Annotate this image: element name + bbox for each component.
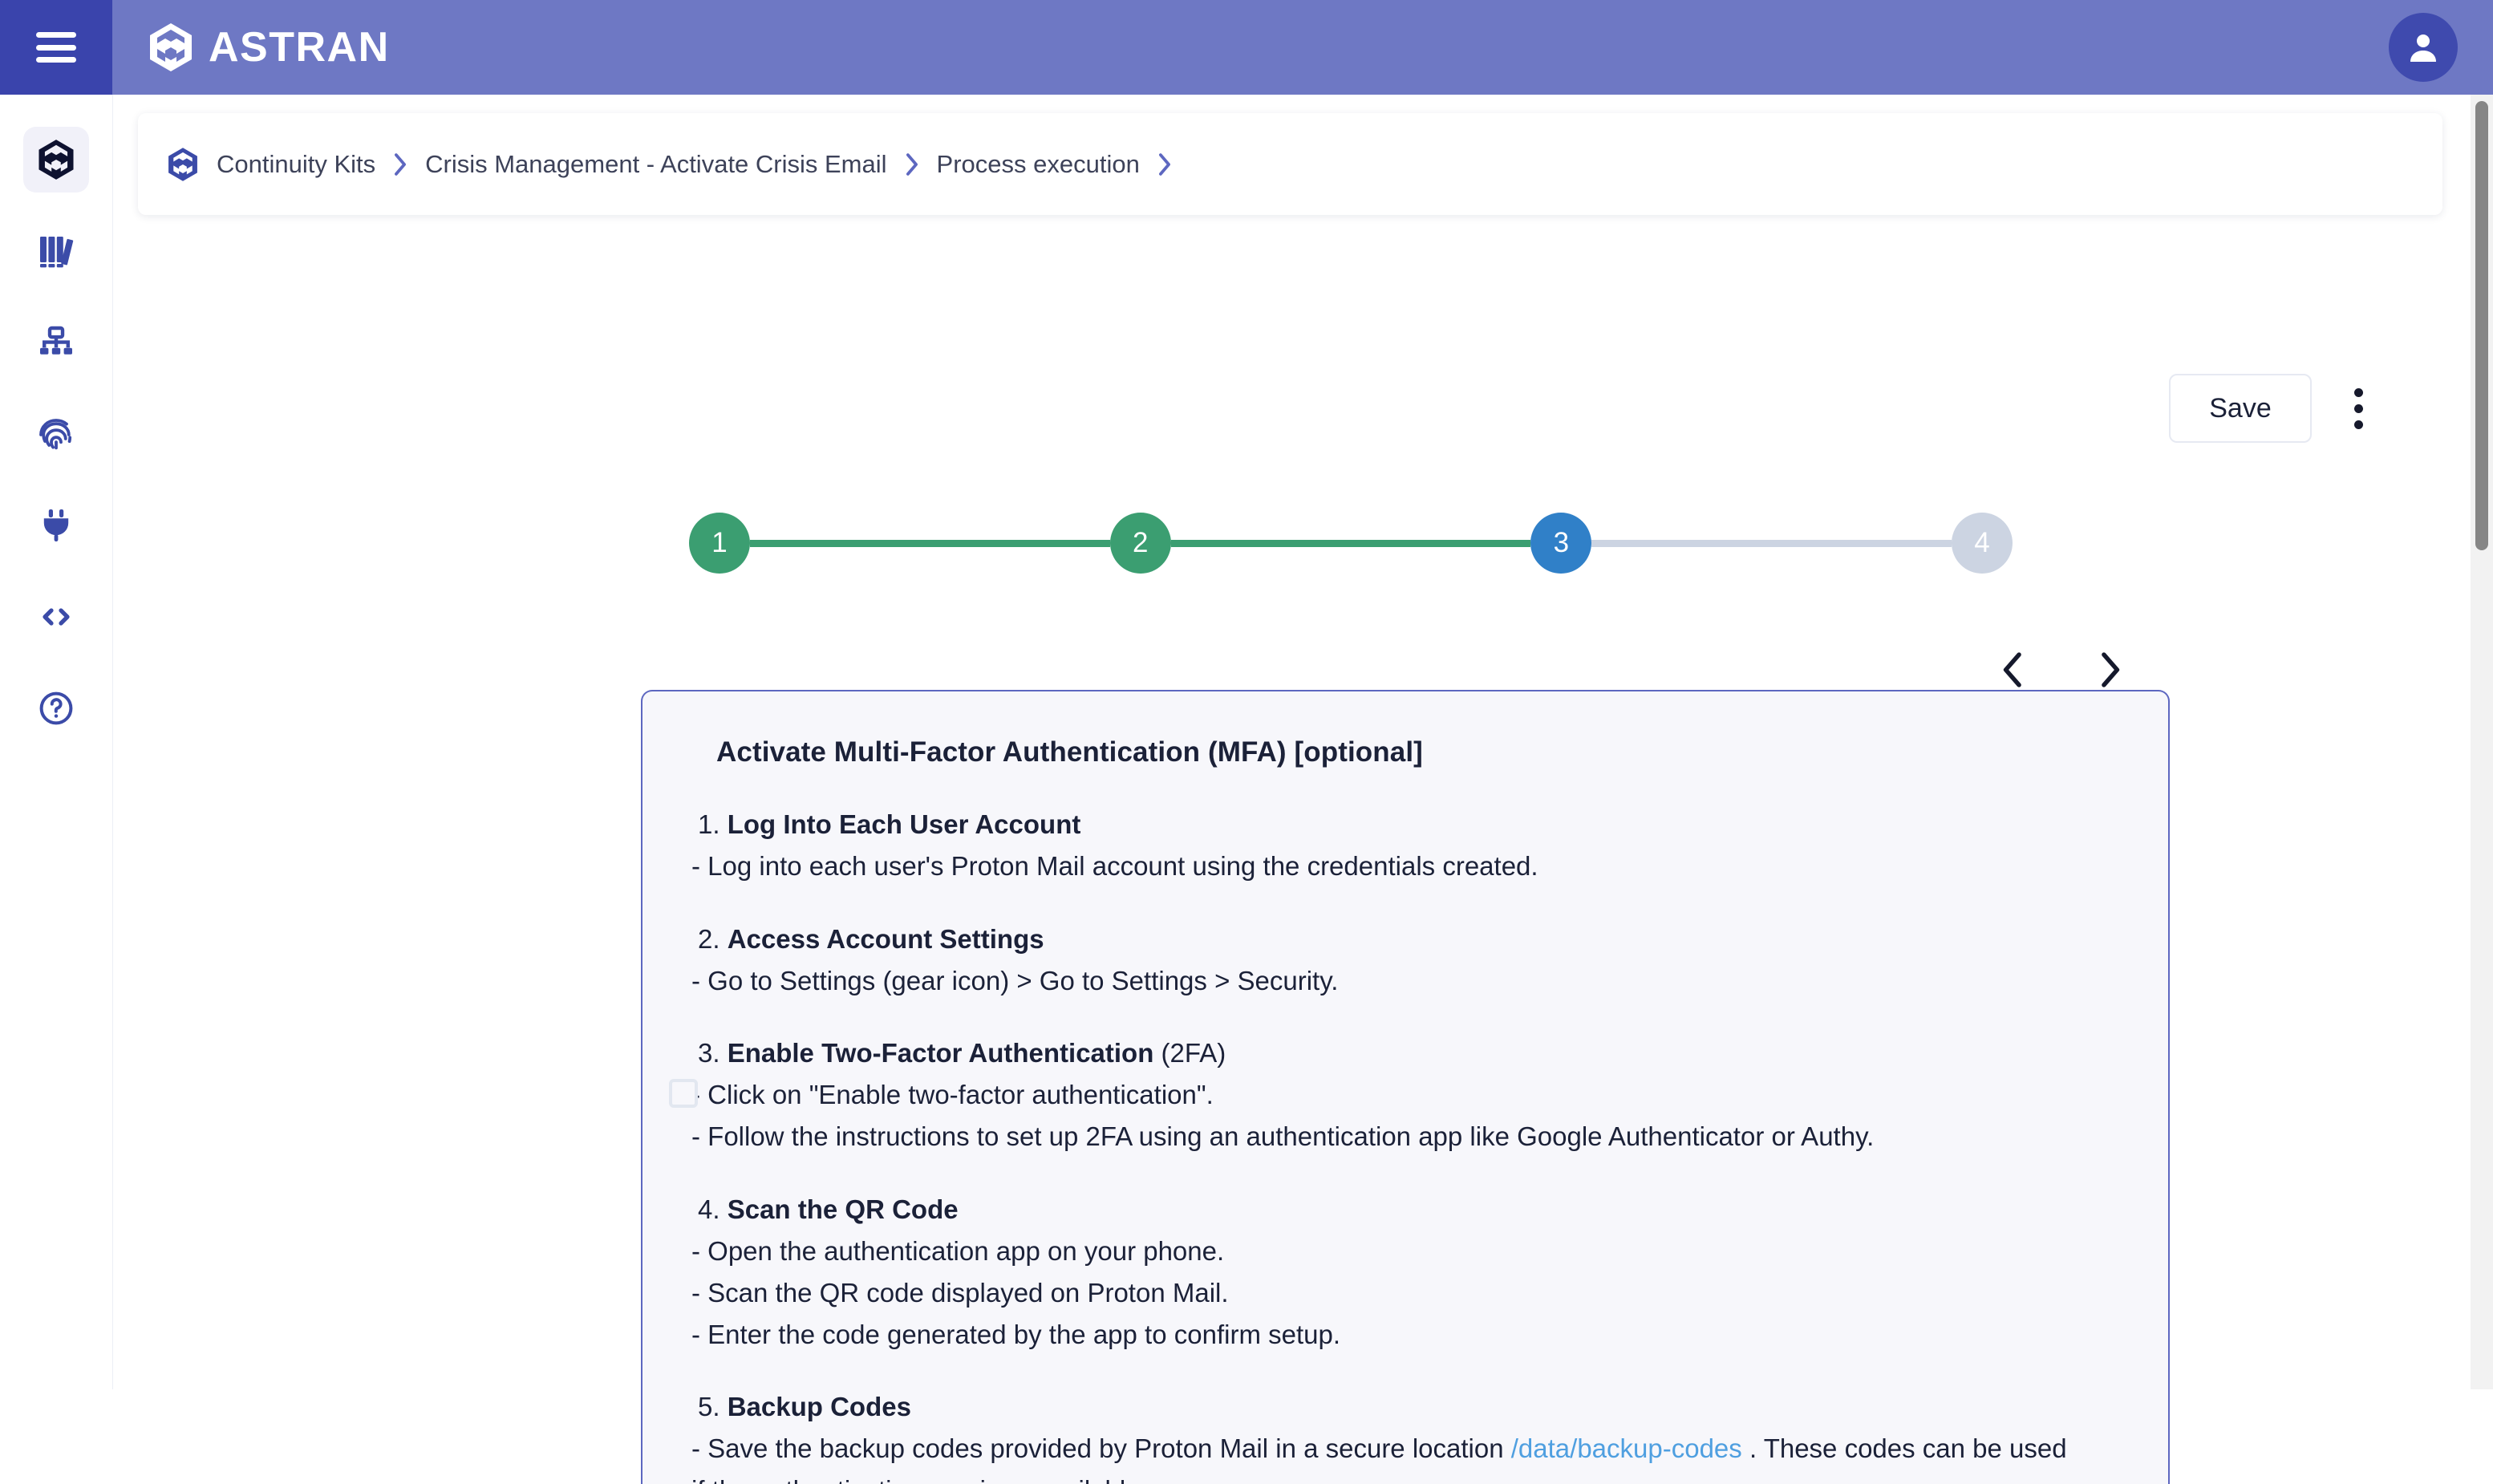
instruction-line: - Click on "Enable two-factor authentica… xyxy=(691,1080,1214,1110)
instruction-heading-text: Scan the QR Code xyxy=(727,1194,959,1225)
user-avatar-icon xyxy=(2410,34,2436,62)
chevron-right-icon xyxy=(1140,151,1190,178)
instruction-block-5: 5. Backup Codes - Save the backup codes … xyxy=(691,1389,2136,1484)
power-plug-icon xyxy=(43,509,69,541)
stepper-step-1[interactable]: 1 xyxy=(689,513,750,574)
instruction-number: 4. xyxy=(698,1194,720,1225)
instruction-block-4: 4. Scan the QR Code - Open the authentic… xyxy=(691,1191,2136,1353)
stepper-connector-3 xyxy=(1591,539,1952,547)
instruction-block-2: 2. Access Account Settings - Go to Setti… xyxy=(691,921,2136,1000)
action-toolbar: Save xyxy=(2169,374,2382,443)
kebab-vertical-icon xyxy=(2353,387,2363,397)
instruction-number: 3. xyxy=(698,1038,720,1068)
save-button[interactable]: Save xyxy=(2169,374,2312,443)
instruction-heading: 3. Enable Two-Factor Authentication (2FA… xyxy=(691,1035,2136,1072)
sidebar-item-identity[interactable] xyxy=(23,401,89,467)
instruction-heading-text: Access Account Settings xyxy=(727,923,1044,954)
brand-name: ASTRAN xyxy=(209,24,390,71)
instruction-block-3: 3. Enable Two-Factor Authentication (2FA… xyxy=(691,1035,2136,1156)
stepper-step-4[interactable]: 4 xyxy=(1952,513,2013,574)
instruction-text-prefix: - Save the backup codes provided by Prot… xyxy=(691,1433,1511,1464)
main-content: Continuity Kits Crisis Management - Acti… xyxy=(113,95,2493,1484)
backup-codes-path-link[interactable]: /data/backup-codes xyxy=(1511,1433,1742,1463)
instruction-line: - Enter the code generated by the app to… xyxy=(691,1319,1340,1349)
breadcrumb: Continuity Kits Crisis Management - Acti… xyxy=(138,113,2442,215)
hexagon-cube-icon xyxy=(39,140,74,180)
breadcrumb-item-2[interactable]: Process execution xyxy=(937,150,1140,179)
top-bar: ASTRAN xyxy=(0,0,2493,95)
brand-bar: ASTRAN xyxy=(112,0,2493,95)
card-body: 1. Log Into Each User Account - Log into… xyxy=(691,806,2136,1484)
instruction-block-1: 1. Log Into Each User Account - Log into… xyxy=(691,806,2136,886)
stepper-step-2[interactable]: 2 xyxy=(1109,513,1171,574)
instruction-line: - Log into each user's Proton Mail accou… xyxy=(691,850,1538,881)
chevron-left-icon xyxy=(2003,652,2021,687)
instruction-heading-text: Log Into Each User Account xyxy=(727,809,1081,839)
sidebar-item-organization[interactable] xyxy=(23,310,89,375)
breadcrumb-item-0[interactable]: Continuity Kits xyxy=(217,150,375,179)
step-content-card: Activate Multi-Factor Authentication (MF… xyxy=(641,690,2170,1484)
instruction-text-suffix: . These codes can be used xyxy=(1741,1433,2067,1464)
avatar[interactable] xyxy=(2389,13,2458,82)
kebab-vertical-icon xyxy=(2353,403,2363,413)
sidebar xyxy=(0,95,113,1389)
sitemap-icon xyxy=(40,326,72,355)
step-completion-checkbox[interactable] xyxy=(669,1079,698,1108)
instruction-heading-text: Enable Two-Factor Authentication xyxy=(727,1038,1154,1068)
sidebar-item-integrations[interactable] xyxy=(23,493,89,558)
sidebar-item-help[interactable] xyxy=(23,675,89,741)
instruction-line: - Follow the instructions to set up 2FA … xyxy=(691,1121,1875,1152)
hamburger-menu-icon xyxy=(36,32,76,63)
page-scrollbar[interactable] xyxy=(2471,95,2493,1389)
process-stepper: 1 2 3 4 xyxy=(689,499,2013,587)
fingerprint-icon xyxy=(39,419,72,450)
library-books-icon xyxy=(40,237,74,268)
stepper-connector-2 xyxy=(1170,539,1531,547)
hamburger-menu-button[interactable] xyxy=(0,0,112,95)
breadcrumb-item-1[interactable]: Crisis Management - Activate Crisis Emai… xyxy=(425,150,886,179)
sidebar-item-continuity-kits[interactable] xyxy=(23,127,89,193)
instruction-number: 5. xyxy=(698,1392,720,1422)
stepper-connector-1 xyxy=(750,539,1110,547)
more-options-button[interactable] xyxy=(2334,374,2382,443)
card-title: Activate Multi-Factor Authentication (MF… xyxy=(716,736,1423,768)
stepper-step-3[interactable]: 3 xyxy=(1530,513,1592,574)
instruction-line: if the authentication app is unavailable… xyxy=(691,1472,2136,1484)
sidebar-item-library[interactable] xyxy=(23,218,89,284)
instruction-heading-text: Backup Codes xyxy=(727,1392,911,1422)
brand-logo[interactable]: ASTRAN xyxy=(148,22,390,72)
code-brackets-icon xyxy=(43,608,70,626)
instruction-number: 1. xyxy=(698,809,720,839)
astran-hexagon-logo-icon xyxy=(150,23,192,71)
astran-mark-icon xyxy=(168,147,197,181)
instruction-heading: 5. Backup Codes xyxy=(691,1389,2136,1426)
instruction-line: - Scan the QR code displayed on Proton M… xyxy=(691,1277,1229,1308)
instruction-heading: 2. Access Account Settings xyxy=(691,921,2136,959)
instruction-line: - Save the backup codes provided by Prot… xyxy=(691,1430,2136,1468)
chevron-right-icon xyxy=(2102,652,2120,687)
instruction-heading: 4. Scan the QR Code xyxy=(691,1191,2136,1229)
chevron-right-icon xyxy=(887,151,937,178)
instruction-line: - Open the authentication app on your ph… xyxy=(691,1235,1225,1266)
instruction-number: 2. xyxy=(698,923,720,954)
instruction-heading: 1. Log Into Each User Account xyxy=(691,806,2136,844)
chevron-right-icon xyxy=(375,151,425,178)
sidebar-item-developers[interactable] xyxy=(23,584,89,650)
help-circle-icon xyxy=(39,691,73,725)
instruction-line: - Go to Settings (gear icon) > Go to Set… xyxy=(691,965,1339,995)
kebab-vertical-icon xyxy=(2353,420,2363,429)
page-scrollbar-thumb[interactable] xyxy=(2475,101,2488,550)
instruction-heading-suffix: (2FA) xyxy=(1153,1038,1226,1068)
